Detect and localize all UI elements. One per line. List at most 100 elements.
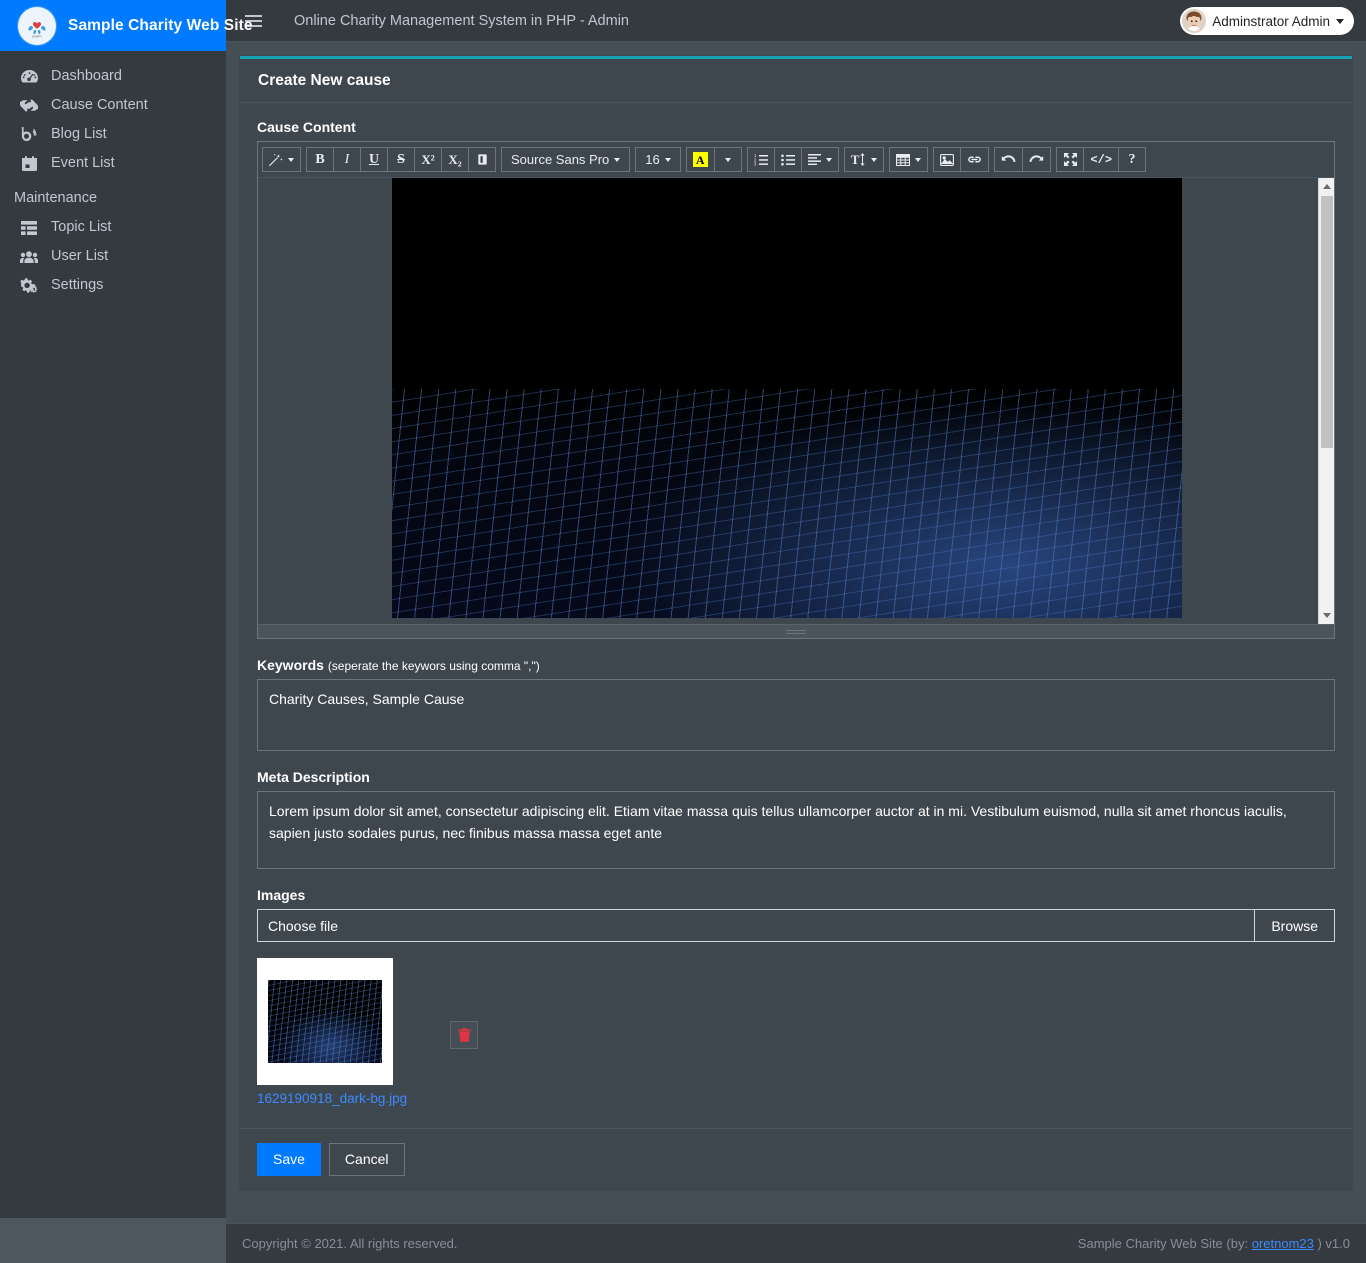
toolbar-group-insert (933, 147, 990, 172)
code-view-button[interactable]: </> (1083, 147, 1120, 172)
superscript-label: X² (421, 151, 435, 167)
image-thumbnail-frame[interactable] (257, 958, 393, 1085)
charity-heart-hands-logo: CHARITY (18, 6, 56, 45)
card-footer: Save Cancel (240, 1128, 1352, 1190)
unordered-list-button[interactable] (773, 147, 802, 172)
meta-description-input[interactable] (257, 791, 1335, 869)
sidebar-item-blog-list[interactable]: Blog List (0, 120, 226, 149)
file-input[interactable]: Choose file Browse (257, 909, 1335, 942)
uploaded-image-item: 1629190918_dark-bg.jpg (257, 958, 407, 1106)
sidebar-item-user-list[interactable]: User List (0, 242, 226, 271)
card-header: Create New cause (240, 59, 1352, 103)
toolbar-group-fontname: Source Sans Pro (501, 147, 631, 172)
cancel-button[interactable]: Cancel (328, 1143, 405, 1176)
page-title: Online Charity Management System in PHP … (294, 12, 629, 29)
help-label: ? (1128, 151, 1136, 167)
font-color-button[interactable]: A (685, 147, 715, 172)
sidebar-item-event-list[interactable]: Event List (0, 149, 226, 178)
scroll-up-arrow-icon[interactable] (1319, 178, 1334, 195)
underline-label: U (368, 151, 380, 167)
editor-scrollbar[interactable] (1318, 178, 1334, 624)
toolbar-group-table (889, 147, 929, 172)
delete-image-button[interactable] (450, 1021, 478, 1049)
sidebar-bottom-strip (0, 1218, 226, 1263)
sidebar-item-dashboard[interactable]: Dashboard (0, 62, 226, 91)
line-height-button[interactable]: T (843, 147, 885, 172)
brand-header[interactable]: CHARITY Sample Charity Web Site (0, 0, 253, 51)
uploaded-images-list: 1629190918_dark-bg.jpg (257, 958, 1335, 1116)
italic-button[interactable]: I (333, 147, 361, 172)
redo-button[interactable] (1022, 147, 1052, 172)
editor-inserted-image[interactable] (392, 178, 1182, 618)
image-thumbnail[interactable] (268, 980, 382, 1063)
svg-text:3: 3 (754, 161, 757, 165)
editor-resize-handle[interactable] (258, 624, 1334, 638)
footer-copyright: Copyright © 2021. All rights reserved. (242, 1236, 458, 1251)
keywords-field: Keywords (seperate the keywors using com… (257, 657, 1335, 751)
footer-credits-prefix: Sample Charity Web Site (by: (1077, 1236, 1249, 1251)
browse-button[interactable]: Browse (1254, 910, 1334, 941)
sidebar-item-label: Topic List (51, 219, 112, 236)
svg-text:CHARITY: CHARITY (32, 35, 43, 38)
content-wrapper: Create New cause Cause Content B I U S X… (226, 42, 1366, 1223)
toolbar-group-lists: 1 2 3 (746, 147, 839, 172)
summernote-editor: B I U S X² X₂ Source Sans Pro 16 A 1 2 3… (257, 141, 1335, 639)
toolbar-group-style (262, 147, 301, 172)
toolbar-group-lineheight: T (843, 147, 885, 172)
editor-canvas[interactable] (258, 178, 1334, 624)
bold-button[interactable]: B (306, 147, 334, 172)
sidebar-item-settings[interactable]: Settings (0, 271, 226, 300)
editor-content-area[interactable] (258, 178, 1334, 624)
table-list-icon (18, 219, 40, 237)
keywords-input[interactable] (257, 679, 1335, 751)
toolbar-group-format: B I U S X² X₂ (306, 147, 496, 172)
help-button[interactable]: ? (1118, 147, 1147, 172)
create-cause-card: Create New cause Cause Content B I U S X… (240, 56, 1352, 1190)
caret-down-icon (1336, 18, 1344, 24)
ordered-list-button[interactable]: 1 2 3 (746, 147, 775, 172)
insert-link-button[interactable] (960, 147, 990, 172)
sidebar-item-topic-list[interactable]: Topic List (0, 213, 226, 242)
footer-author-link[interactable]: oretnom23 (1252, 1236, 1314, 1251)
font-color-swatch: A (692, 152, 708, 167)
table-button[interactable] (889, 147, 929, 172)
undo-button[interactable] (994, 147, 1024, 172)
editor-scroll-thumb[interactable] (1321, 196, 1333, 448)
strikethrough-button[interactable]: S (387, 147, 415, 172)
sidebar-section-maintenance: Maintenance (14, 190, 98, 206)
font-size-select[interactable]: 16 (635, 147, 681, 172)
user-name: Adminstrator Admin (1212, 13, 1330, 29)
superscript-button[interactable]: X² (414, 147, 442, 172)
image-file-name-link[interactable]: 1629190918_dark-bg.jpg (257, 1091, 407, 1106)
images-field: Images Choose file Browse 1629190918_dar… (257, 887, 1335, 1116)
subscript-button[interactable]: X₂ (441, 147, 469, 172)
insert-image-button[interactable] (933, 147, 962, 172)
toolbar-group-view: </> ? (1056, 147, 1147, 172)
magic-style-icon[interactable] (262, 147, 301, 172)
bold-label: B (315, 151, 325, 167)
underline-button[interactable]: U (360, 147, 388, 172)
font-color-dropdown[interactable] (713, 147, 742, 172)
toolbar-group-history (994, 147, 1052, 172)
sidebar-item-cause-content[interactable]: Cause Content (0, 91, 226, 120)
strikethrough-label: S (397, 151, 405, 167)
font-family-select[interactable]: Source Sans Pro (501, 147, 631, 172)
user-menu[interactable]: Adminstrator Admin (1180, 7, 1354, 35)
trash-icon (457, 1028, 471, 1042)
footer-credits-suffix: ) v1.0 (1317, 1236, 1350, 1251)
keywords-label: Keywords (seperate the keywors using com… (257, 657, 1335, 673)
avatar (1182, 9, 1207, 33)
italic-label: I (344, 151, 350, 167)
save-button[interactable]: Save (257, 1143, 321, 1176)
card-title: Create New cause (258, 71, 391, 89)
admin-page: CHARITY Sample Charity Web Site Dashboar… (0, 0, 1366, 1263)
fullscreen-button[interactable] (1056, 147, 1085, 172)
eraser-button[interactable] (468, 147, 496, 172)
scroll-down-arrow-icon[interactable] (1319, 607, 1334, 624)
toolbar-group-color: A (685, 147, 742, 172)
paragraph-align-button[interactable] (800, 147, 839, 172)
page-footer: Copyright © 2021. All rights reserved. S… (226, 1223, 1366, 1263)
file-chosen-text: Choose file (268, 917, 339, 934)
keywords-hint: (seperate the keywors using comma ",") (327, 659, 540, 673)
footer-credits: Sample Charity Web Site (by: oretnom23 )… (1078, 1236, 1350, 1251)
